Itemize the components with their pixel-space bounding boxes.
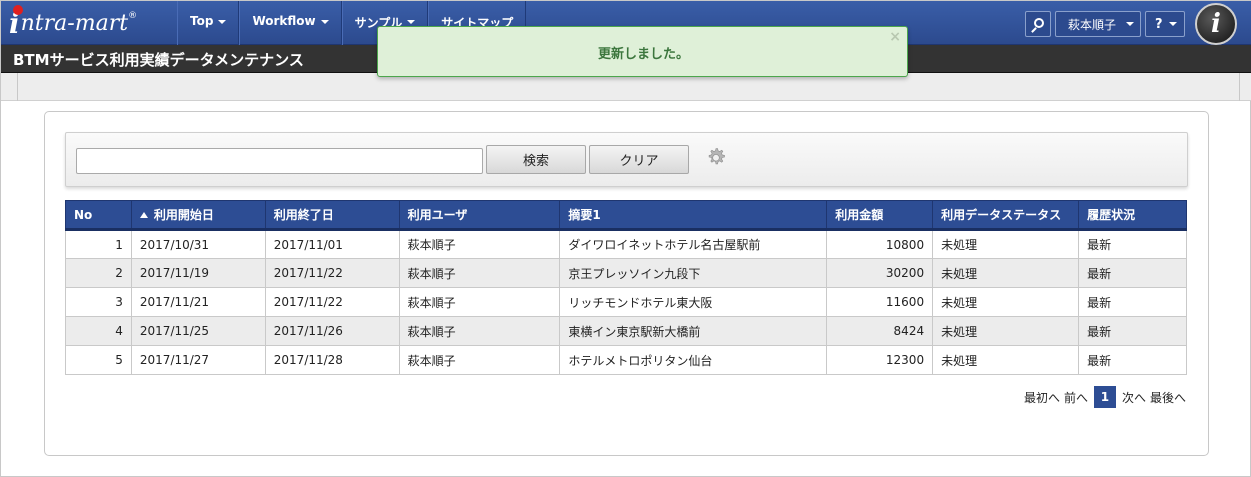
cell-amount: 10800 xyxy=(826,229,934,259)
column-header-user[interactable]: 利用ユーザ xyxy=(398,200,561,231)
column-header-end-date[interactable]: 利用終了日 xyxy=(264,200,400,231)
help-menu-button[interactable]: ? xyxy=(1145,11,1185,37)
cell-start-date: 2017/11/27 xyxy=(130,345,266,375)
logo-initial: i xyxy=(9,4,23,40)
cell-start-date: 2017/10/31 xyxy=(130,229,266,259)
cell-data-status: 未処理 xyxy=(932,345,1080,375)
search-button[interactable]: 検索 xyxy=(486,145,586,174)
cell-user: 萩本順子 xyxy=(398,287,561,317)
cell-data-status: 未処理 xyxy=(932,229,1080,259)
page-title: BTMサービス利用実績データメンテナンス xyxy=(13,51,304,69)
cell-summary: 東横イン東京駅新大橋前 xyxy=(559,316,828,346)
column-header-summary[interactable]: 摘要1 xyxy=(559,200,828,231)
column-header-label: 利用開始日 xyxy=(153,208,214,222)
user-name: 萩本順子 xyxy=(1068,17,1117,32)
table-header-row: No 利用開始日 利用終了日 利用ユーザ 摘要1 利用金額 利用データステータス… xyxy=(65,200,1187,231)
cell-no: 2 xyxy=(65,258,132,288)
cell-summary: ダイワロイネットホテル名古屋駅前 xyxy=(559,229,828,259)
pager-current-page[interactable]: 1 xyxy=(1093,386,1116,408)
pager-next-link[interactable]: 次へ xyxy=(1122,389,1146,406)
table-row[interactable]: 4 2017/11/25 2017/11/26 萩本順子 東横イン東京駅新大橋前 8424… xyxy=(65,316,1187,346)
table-body: 1 2017/10/31 2017/11/01 萩本順子 ダイワロイネットホテル名古屋駅… xyxy=(65,229,1187,375)
cell-user: 萩本順子 xyxy=(398,229,561,259)
cell-summary: リッチモンドホテル東大阪 xyxy=(559,287,828,317)
toolbar-strip xyxy=(1,73,1251,101)
cell-data-status: 未処理 xyxy=(932,258,1080,288)
data-table: No 利用開始日 利用終了日 利用ユーザ 摘要1 利用金額 利用データステータス… xyxy=(65,200,1187,375)
pager-prev-link[interactable]: 前へ xyxy=(1064,389,1088,406)
caret-down-icon xyxy=(218,20,227,24)
column-header-data-status[interactable]: 利用データステータス xyxy=(932,200,1080,231)
cell-data-status: 未処理 xyxy=(932,287,1080,317)
table-row[interactable]: 1 2017/10/31 2017/11/01 萩本順子 ダイワロイネットホテル名古屋駅… xyxy=(65,229,1187,259)
global-search-button[interactable] xyxy=(1025,11,1051,37)
caret-down-icon xyxy=(1126,22,1135,26)
column-header-start-date[interactable]: 利用開始日 xyxy=(130,200,266,231)
nav-item-label: Top xyxy=(190,14,214,28)
cell-no: 1 xyxy=(65,229,132,259)
cell-amount: 11600 xyxy=(826,287,934,317)
clear-button[interactable]: クリア xyxy=(589,145,689,174)
cell-amount: 12300 xyxy=(826,345,934,375)
pager-last-link[interactable]: 最後へ xyxy=(1150,389,1186,406)
nav-item-workflow[interactable]: Workflow xyxy=(239,1,342,45)
search-icon xyxy=(1034,18,1044,28)
cell-amount: 30200 xyxy=(826,258,934,288)
cell-end-date: 2017/11/28 xyxy=(264,345,400,375)
cell-user: 萩本順子 xyxy=(398,316,561,346)
sort-ascending-icon xyxy=(139,212,148,218)
column-header-no[interactable]: No xyxy=(65,200,132,231)
cell-user: 萩本順子 xyxy=(398,258,561,288)
table-row[interactable]: 2 2017/11/19 2017/11/22 萩本順子 京王プレッソイン九段下 3020… xyxy=(65,258,1187,288)
cell-history-status: 最新 xyxy=(1078,229,1187,259)
nav-item-top[interactable]: Top xyxy=(177,1,240,45)
cell-end-date: 2017/11/26 xyxy=(264,316,400,346)
cell-no: 5 xyxy=(65,345,132,375)
toast-message: 更新しました。 xyxy=(597,47,689,62)
cell-data-status: 未処理 xyxy=(932,316,1080,346)
search-area: 検索 クリア xyxy=(65,132,1188,187)
table-row[interactable]: 5 2017/11/27 2017/11/28 萩本順子 ホテルメトロポリタン仙台 123… xyxy=(65,345,1187,375)
intra-mart-logo[interactable]: i ntra-mart ® xyxy=(9,4,177,41)
logo-text: ntra-mart xyxy=(20,10,129,36)
cell-history-status: 最新 xyxy=(1078,258,1187,288)
pagination: 最初へ 前へ 1 次へ 最後へ xyxy=(1022,386,1188,408)
cell-history-status: 最新 xyxy=(1078,316,1187,346)
cell-history-status: 最新 xyxy=(1078,287,1187,317)
caret-down-icon xyxy=(407,20,416,24)
help-label: ? xyxy=(1155,16,1163,32)
cell-end-date: 2017/11/22 xyxy=(264,258,400,288)
cell-amount: 8424 xyxy=(826,316,934,346)
success-toast: 更新しました。 × xyxy=(377,26,908,77)
cell-start-date: 2017/11/21 xyxy=(130,287,266,317)
cell-user: 萩本順子 xyxy=(398,345,561,375)
cell-start-date: 2017/11/19 xyxy=(130,258,266,288)
cell-no: 3 xyxy=(65,287,132,317)
column-header-amount[interactable]: 利用金額 xyxy=(826,200,934,231)
cell-history-status: 最新 xyxy=(1078,345,1187,375)
cell-end-date: 2017/11/22 xyxy=(264,287,400,317)
user-menu-button[interactable]: 萩本順子 xyxy=(1055,11,1141,37)
logo-registered-mark: ® xyxy=(128,11,138,21)
column-header-history-status[interactable]: 履歴状況 xyxy=(1078,200,1187,231)
cell-end-date: 2017/11/01 xyxy=(264,229,400,259)
pager-first-link[interactable]: 最初へ xyxy=(1024,389,1060,406)
cell-no: 4 xyxy=(65,316,132,346)
caret-down-icon xyxy=(1168,22,1177,26)
search-input[interactable] xyxy=(76,148,483,174)
gear-icon[interactable] xyxy=(704,146,728,170)
cell-summary: 京王プレッソイン九段下 xyxy=(559,258,828,288)
cell-start-date: 2017/11/25 xyxy=(130,316,266,346)
caret-down-icon xyxy=(320,20,329,24)
table-row[interactable]: 3 2017/11/21 2017/11/22 萩本順子 リッチモンドホテル東大阪 116… xyxy=(65,287,1187,317)
badge-letter: i xyxy=(1211,9,1221,39)
close-icon[interactable]: × xyxy=(889,29,901,45)
content-panel: 検索 クリア No 利用開始日 利用終了日 利用ユーザ 摘要1 利用金額 利用デ… xyxy=(44,111,1209,456)
nav-item-label: Workflow xyxy=(252,14,316,28)
cell-summary: ホテルメトロポリタン仙台 xyxy=(559,345,828,375)
intra-mart-badge-icon[interactable]: i xyxy=(1195,3,1237,45)
